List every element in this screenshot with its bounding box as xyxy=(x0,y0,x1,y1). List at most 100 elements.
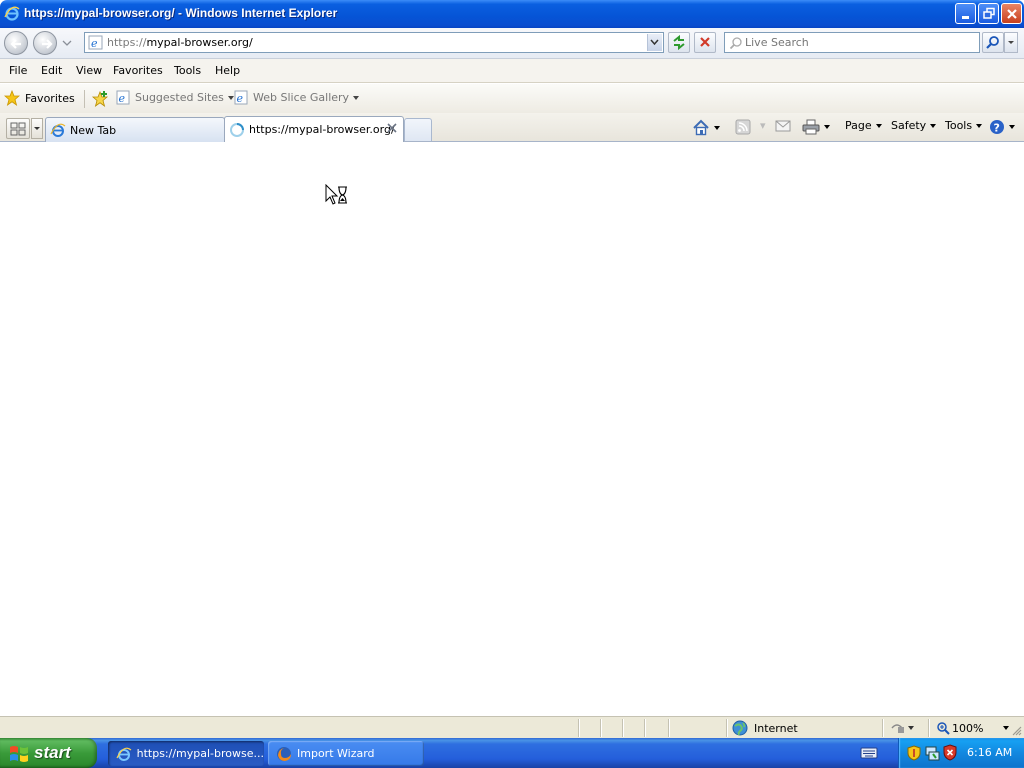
svg-text:e: e xyxy=(237,92,244,105)
chevron-down-icon xyxy=(34,127,40,130)
close-window-button[interactable] xyxy=(1001,3,1022,24)
page-menu-button[interactable]: Page xyxy=(845,119,882,132)
security-shield-icon[interactable] xyxy=(907,745,921,761)
recent-pages-dropdown-icon[interactable] xyxy=(62,38,72,48)
address-url: https://mypal-browser.org/ xyxy=(107,36,253,49)
ie-logo-icon xyxy=(4,6,20,21)
home-icon xyxy=(693,119,709,136)
help-question-icon: ? xyxy=(990,120,1004,135)
search-field[interactable] xyxy=(724,32,980,53)
status-segment xyxy=(668,719,724,737)
restore-button[interactable] xyxy=(978,3,999,24)
forward-button[interactable] xyxy=(33,31,57,55)
stop-x-icon xyxy=(700,37,710,47)
minimize-icon xyxy=(962,16,969,19)
taskbar: start https://mypal-browse... Import Wiz… xyxy=(0,738,1024,768)
menu-edit[interactable]: Edit xyxy=(41,64,62,77)
menu-help[interactable]: Help xyxy=(215,64,240,77)
svg-text:e: e xyxy=(119,92,126,105)
zoom-control[interactable]: 100% xyxy=(936,721,1010,735)
stop-button[interactable] xyxy=(694,32,716,53)
address-toolbar: e https://mypal-browser.org/ xyxy=(0,28,1024,59)
favorites-separator xyxy=(84,90,85,108)
favorites-button[interactable]: Favorites xyxy=(4,88,75,108)
close-icon xyxy=(1007,9,1017,19)
tab-bar: New Tab https://mypal-browser.org/ ▾ Pag… xyxy=(0,113,1024,142)
search-input[interactable] xyxy=(745,35,975,50)
busy-cursor-icon xyxy=(325,184,347,205)
search-go-button[interactable] xyxy=(982,32,1004,53)
menu-bar: File Edit View Favorites Tools Help xyxy=(0,59,1024,83)
ie-logo-icon xyxy=(50,123,66,137)
tab-new-tab[interactable]: New Tab xyxy=(45,117,225,142)
menu-file[interactable]: File xyxy=(9,64,27,77)
system-tray: 6:16 AM xyxy=(898,738,1024,768)
ie-logo-icon xyxy=(116,747,132,761)
print-button[interactable] xyxy=(802,119,830,135)
chevron-down-icon xyxy=(824,125,830,129)
mail-icon xyxy=(775,120,791,132)
windows-flag-icon xyxy=(10,746,28,762)
network-status-icon[interactable] xyxy=(924,744,940,761)
security-center-warning-icon[interactable] xyxy=(943,744,957,761)
zoom-magnifier-icon xyxy=(937,722,950,735)
chevron-down-icon xyxy=(353,95,360,100)
close-tab-icon[interactable] xyxy=(387,123,397,133)
chevron-down-icon xyxy=(1009,125,1015,129)
help-button[interactable]: ? xyxy=(989,119,1015,135)
safety-menu-button[interactable]: Safety xyxy=(891,119,937,132)
chevron-down-icon xyxy=(875,123,882,128)
chevron-down-icon xyxy=(714,125,720,130)
minimize-button[interactable] xyxy=(955,3,976,24)
back-button[interactable] xyxy=(4,31,28,55)
home-button[interactable] xyxy=(692,119,720,136)
keyboard-language-icon[interactable] xyxy=(860,746,878,760)
menu-favorites[interactable]: Favorites xyxy=(113,64,163,77)
status-bar: Internet 100% xyxy=(0,716,1024,738)
internet-globe-icon xyxy=(732,720,748,736)
start-button[interactable]: start xyxy=(0,738,97,768)
title-bar: https://mypal-browser.org/ - Windows Int… xyxy=(0,0,1024,28)
search-icon xyxy=(986,36,999,49)
suggested-sites-link[interactable]: e Suggested Sites xyxy=(116,90,234,105)
security-zone[interactable]: Internet xyxy=(732,720,798,736)
clock: 6:16 AM xyxy=(967,746,1013,759)
add-to-favorites-bar-icon[interactable] xyxy=(91,90,109,108)
window-title: https://mypal-browser.org/ - Windows Int… xyxy=(24,6,338,20)
new-tab-button[interactable] xyxy=(404,118,432,141)
loading-spinner-icon xyxy=(230,122,244,137)
tab-mypal-browser[interactable]: https://mypal-browser.org/ xyxy=(224,116,404,142)
status-segment xyxy=(622,719,642,737)
page-ie-icon: e xyxy=(88,35,103,50)
refresh-button[interactable] xyxy=(668,32,690,53)
start-label: start xyxy=(34,743,71,762)
firefox-icon xyxy=(277,746,291,761)
restore-icon xyxy=(983,7,995,19)
web-slice-gallery-link[interactable]: e Web Slice Gallery xyxy=(234,90,360,105)
tools-menu-button[interactable]: Tools xyxy=(945,119,983,132)
menu-tools[interactable]: Tools xyxy=(174,64,201,77)
read-mail-button[interactable] xyxy=(775,119,791,133)
resize-grip-icon[interactable] xyxy=(1010,724,1022,736)
taskbar-item-ie[interactable]: https://mypal-browse... xyxy=(108,741,264,766)
quick-tabs-button[interactable] xyxy=(6,118,30,139)
chevron-down-icon xyxy=(976,123,983,128)
chevron-down-icon xyxy=(1003,726,1010,730)
taskbar-item-import-wizard[interactable]: Import Wizard xyxy=(268,741,424,766)
feeds-button[interactable] xyxy=(735,119,751,135)
tab-list-dropdown[interactable] xyxy=(31,118,43,139)
chevron-down-icon xyxy=(650,39,659,46)
search-options-dropdown[interactable] xyxy=(1004,32,1018,53)
address-field[interactable]: e https://mypal-browser.org/ xyxy=(84,32,664,53)
chevron-down-icon xyxy=(227,95,234,100)
search-magnifier-icon xyxy=(729,37,742,50)
svg-text:?: ? xyxy=(994,122,1000,135)
protected-mode-icon[interactable] xyxy=(890,721,918,735)
menu-view[interactable]: View xyxy=(76,64,102,77)
address-dropdown-button[interactable] xyxy=(647,34,662,51)
status-segment xyxy=(644,719,664,737)
quick-tabs-grid-icon xyxy=(10,122,26,136)
tab-label: https://mypal-browser.org/ xyxy=(249,123,395,136)
page-ie-icon: e xyxy=(234,90,248,105)
page-content-area[interactable] xyxy=(0,142,1024,716)
